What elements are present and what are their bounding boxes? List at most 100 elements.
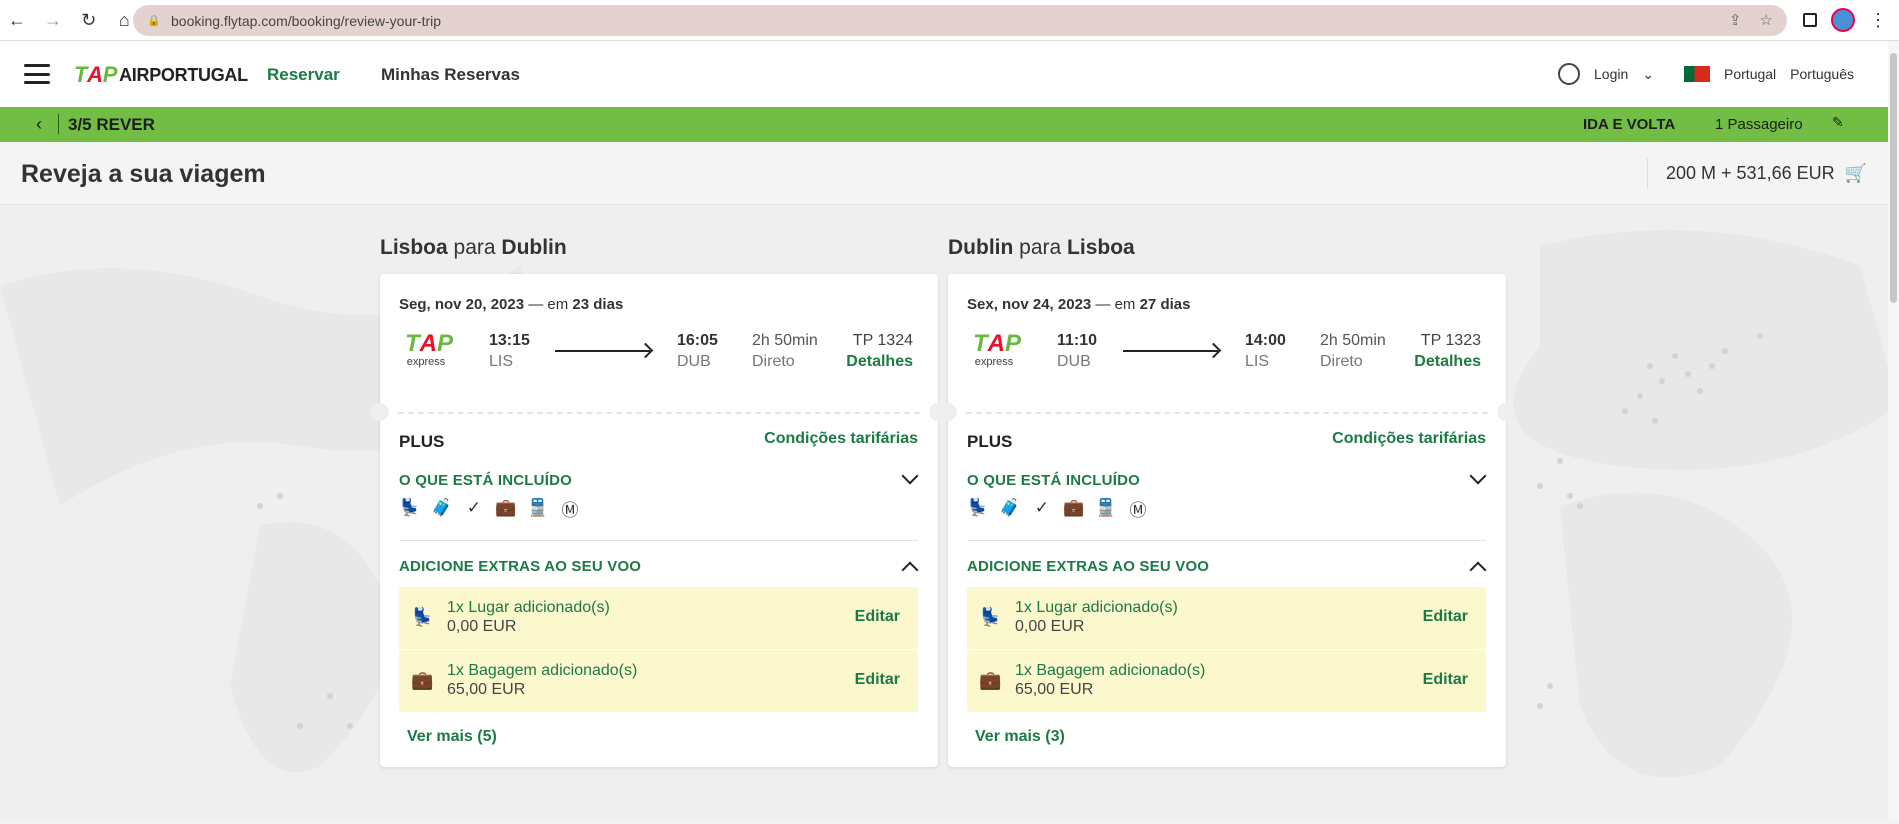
browser-toolbar: ← → ↻ ⌂ 🔒 booking.flytap.com/booking/rev… xyxy=(0,0,1899,41)
extras-header[interactable]: ADICIONE EXTRAS AO SEU VOO xyxy=(967,558,1209,575)
arrival-time: 16:05 xyxy=(677,332,718,349)
fare-conditions-link[interactable]: Condições tarifárias xyxy=(1332,430,1486,448)
side-panel-icon[interactable] xyxy=(1803,13,1817,27)
departure-airport: LIS xyxy=(489,353,514,370)
extra-label: 1x Bagagem adicionado(s) xyxy=(447,662,638,679)
flight-date-separator: — em xyxy=(524,296,573,313)
details-link[interactable]: Detalhes xyxy=(1414,353,1481,371)
cart-summary[interactable]: 200 M + 531,66 EUR 🛒 xyxy=(1647,158,1867,188)
flight-arrow-icon xyxy=(1123,350,1218,352)
back-arrow-icon[interactable]: ← xyxy=(8,10,26,31)
extra-item: 💼 1x Bagagem adicionado(s) 65,00 EUR Edi… xyxy=(399,650,918,712)
tap-express-logo: TAP express xyxy=(405,332,453,369)
days-until: 27 dias xyxy=(1139,296,1191,313)
departure-time: 13:15 xyxy=(489,332,530,349)
browser-extensions: ⋮ xyxy=(1803,8,1887,32)
extra-label: 1x Bagagem adicionado(s) xyxy=(1015,662,1206,679)
tap-logo[interactable]: TAP AIRPORTUGAL xyxy=(74,62,248,88)
scrollbar-thumb[interactable] xyxy=(1890,53,1897,303)
chevron-up-icon[interactable] xyxy=(1469,561,1487,579)
extra-item: 💼 1x Bagagem adicionado(s) 65,00 EUR Edi… xyxy=(967,650,1486,712)
included-header[interactable]: O QUE ESTÁ INCLUÍDO xyxy=(399,472,572,489)
page-scrollbar[interactable] xyxy=(1888,41,1899,819)
booking-step-bar: ‹ 3/5 REVER IDA E VOLTA 1 Passageiro ✎ xyxy=(0,107,1899,142)
home-icon[interactable]: ⌂ xyxy=(116,10,134,31)
checkin-icon: ✓ xyxy=(466,498,482,517)
forward-arrow-icon[interactable]: → xyxy=(44,10,62,31)
route-origin: Dublin xyxy=(948,236,1014,259)
return-flight-column: Dublin para Lisboa Sex, nov 24, 2023 — e… xyxy=(939,236,1515,767)
duration: 2h 50min Direto xyxy=(752,332,818,371)
login-link[interactable]: Login xyxy=(1594,66,1628,82)
included-header[interactable]: O QUE ESTÁ INCLUÍDO xyxy=(967,472,1140,489)
edit-button[interactable]: Editar xyxy=(855,671,900,689)
seat-icon: 💺 xyxy=(399,498,421,517)
extra-price: 65,00 EUR xyxy=(1015,681,1094,698)
extra-label: 1x Lugar adicionado(s) xyxy=(447,599,610,616)
chevron-up-icon[interactable] xyxy=(901,561,919,579)
reload-icon[interactable]: ↻ xyxy=(80,10,98,31)
nav-minhas-reservas[interactable]: Minhas Reservas xyxy=(381,65,520,85)
fare-name: PLUS xyxy=(967,432,1013,451)
see-more-link[interactable]: Ver mais (5) xyxy=(407,728,497,746)
arrival-airport: DUB xyxy=(677,353,711,370)
arrival-airport: LIS xyxy=(1245,353,1270,370)
extra-item: 💺 1x Lugar adicionado(s) 0,00 EUR Editar xyxy=(967,587,1486,649)
cart-total: 200 M + 531,66 EUR xyxy=(1666,162,1835,183)
days-until: 23 dias xyxy=(572,296,624,313)
country-selector[interactable]: Portugal xyxy=(1724,66,1776,82)
page-title: Reveja a sua viagem xyxy=(21,160,266,188)
flight-date: Sex, nov 24, 2023 — em 27 dias xyxy=(967,296,1190,313)
extras-header[interactable]: ADICIONE EXTRAS AO SEU VOO xyxy=(399,558,641,575)
transport-icon: 🚆 xyxy=(1095,498,1117,517)
address-bar[interactable]: 🔒 booking.flytap.com/booking/review-your… xyxy=(133,5,1787,36)
hamburger-menu-icon[interactable] xyxy=(24,64,50,84)
baggage-icon: 🧳 xyxy=(999,498,1021,517)
extra-price: 0,00 EUR xyxy=(447,618,517,635)
edit-button[interactable]: Editar xyxy=(855,608,900,626)
miles-icon: Ⓜ xyxy=(561,500,579,520)
seat-icon: 💺 xyxy=(967,498,989,517)
section-divider xyxy=(399,540,918,541)
chevron-down-icon[interactable] xyxy=(1469,467,1487,485)
route-connector: para xyxy=(453,236,496,259)
included-icons: 💺 🧳 ✓ 💼 🚆 Ⓜ xyxy=(399,497,581,520)
flight-date: Seg, nov 20, 2023 — em 23 dias xyxy=(399,296,623,313)
details-link[interactable]: Detalhes xyxy=(846,353,913,371)
edit-button[interactable]: Editar xyxy=(1423,671,1468,689)
edit-pencil-icon[interactable]: ✎ xyxy=(1832,114,1844,131)
back-chevron-icon[interactable]: ‹ xyxy=(36,114,42,135)
more-menu-icon[interactable]: ⋮ xyxy=(1869,11,1887,29)
fare-conditions-link[interactable]: Condições tarifárias xyxy=(764,430,918,448)
profile-avatar[interactable] xyxy=(1831,8,1855,32)
tap-express-sub: express xyxy=(974,356,1014,368)
included-icons: 💺 🧳 ✓ 💼 🚆 Ⓜ xyxy=(967,497,1149,520)
suitcase-icon: 💼 xyxy=(411,670,434,690)
see-more-link[interactable]: Ver mais (3) xyxy=(975,728,1065,746)
flight-number: TP 1323 xyxy=(1420,332,1481,349)
extra-item: 💺 1x Lugar adicionado(s) 0,00 EUR Editar xyxy=(399,587,918,649)
seat-icon: 💺 xyxy=(979,607,1002,627)
checkin-icon: ✓ xyxy=(1034,498,1050,517)
browser-nav: ← → ↻ ⌂ xyxy=(0,10,133,31)
outbound-flight-column: Lisboa para Dublin Seg, nov 20, 2023 — e… xyxy=(371,236,947,767)
user-icon[interactable] xyxy=(1558,63,1581,85)
bookmark-star-icon[interactable]: ☆ xyxy=(1760,11,1773,29)
departure-airport: DUB xyxy=(1057,353,1091,370)
flight-number-block: TP 1323 Detalhes xyxy=(1414,332,1481,371)
arrival: 14:00 LIS xyxy=(1245,332,1286,371)
language-selector[interactable]: Português xyxy=(1790,66,1854,82)
tap-express-sub: express xyxy=(406,356,446,368)
url-text[interactable]: booking.flytap.com/booking/review-your-t… xyxy=(171,13,441,29)
chevron-down-icon[interactable]: ⌄ xyxy=(1642,66,1654,83)
flight-date-separator: — em xyxy=(1091,296,1140,313)
flight-date-value: Seg, nov 20, 2023 xyxy=(399,296,525,313)
chevron-down-icon[interactable] xyxy=(901,467,919,485)
share-icon[interactable]: ⇪ xyxy=(1729,11,1742,29)
edit-button[interactable]: Editar xyxy=(1423,608,1468,626)
cart-icon[interactable]: 🛒 xyxy=(1845,163,1867,184)
flight-arrow-icon xyxy=(555,350,650,352)
nav-reservar[interactable]: Reservar xyxy=(267,65,340,85)
ticket-divider xyxy=(966,412,1488,414)
portugal-flag-icon[interactable] xyxy=(1684,66,1711,82)
